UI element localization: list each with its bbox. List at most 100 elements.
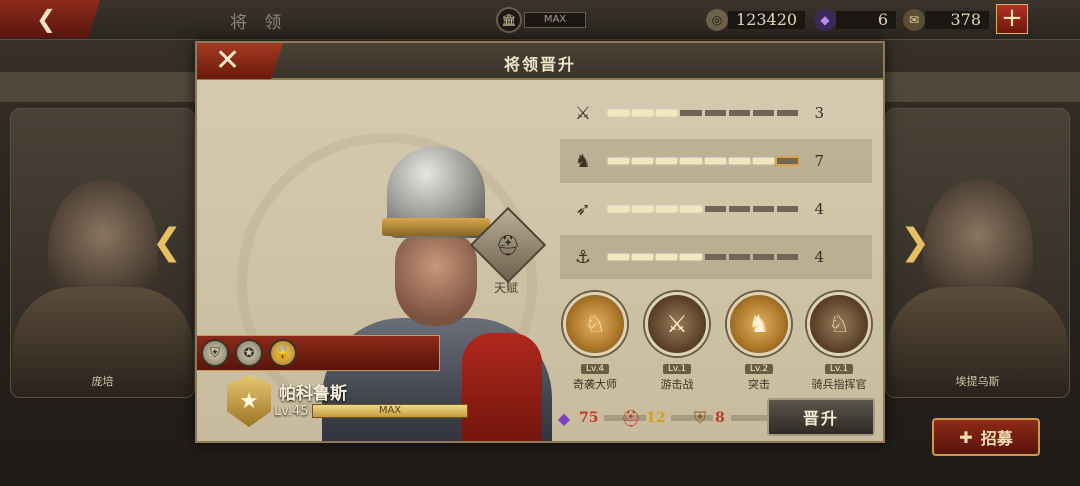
- skill-level: Lv.1: [824, 364, 854, 374]
- promotion-dialog: ✕ 将领晋升 ⛨ ✪ 🔒 ★ 帕科鲁斯 Lv.45 MAX ⛑ 天赋 ⚔ 3 ♞…: [195, 41, 885, 443]
- stat-segment: [680, 254, 702, 260]
- stat-segment: [680, 206, 702, 212]
- stat-bar: [608, 110, 798, 116]
- stat-segment: [704, 110, 726, 116]
- skill-guerrilla[interactable]: ⚔ Lv.1 游击战: [641, 292, 713, 392]
- skill-name: 游击战: [660, 378, 694, 391]
- lock-icon[interactable]: 🔒: [269, 339, 297, 367]
- stat-segment: [752, 254, 774, 260]
- stat-segment: [656, 254, 678, 260]
- stat-segment: [728, 206, 750, 212]
- prev-arrow-icon[interactable]: ❮: [152, 222, 182, 263]
- skill-name: 奇袭大师: [573, 378, 617, 391]
- skill-level: Lv.1: [662, 364, 692, 374]
- stat-segment: [632, 206, 654, 212]
- commander-level: Lv.45: [274, 404, 309, 419]
- stat-segment: [656, 110, 678, 116]
- skill-medal-icon: ⚔: [645, 292, 709, 356]
- coin-count: 123420: [728, 11, 806, 29]
- stat-row-archery: ➶ 4: [560, 187, 872, 231]
- stat-segment: [704, 206, 726, 212]
- stat-value: 3: [814, 104, 824, 122]
- talent-label: 天赋: [494, 281, 519, 295]
- stat-segment: [608, 158, 630, 164]
- skill-medal-icon: ♞: [727, 292, 791, 356]
- gem-resource: ◆ 6: [814, 9, 896, 31]
- crystal-icon: ◆: [557, 408, 571, 428]
- commander-card-name: 庞培: [91, 375, 114, 388]
- scroll-count: 378: [925, 11, 989, 29]
- stat-value: 7: [814, 152, 824, 170]
- stat-segment: [752, 110, 774, 116]
- coin-icon: ◎: [706, 9, 728, 31]
- stat-value: 4: [814, 248, 824, 266]
- stat-segment: [752, 206, 774, 212]
- stat-segment: [632, 110, 654, 116]
- stat-bar: [608, 206, 798, 212]
- stat-segment: [680, 158, 702, 164]
- stat-segment: [656, 158, 678, 164]
- stat-segment: [680, 110, 702, 116]
- stat-segment: [632, 254, 654, 260]
- cost-value: 75: [579, 410, 599, 426]
- stat-segment: [728, 110, 750, 116]
- stat-bar: [608, 254, 798, 260]
- shield-slot-icon[interactable]: ⛨: [201, 339, 229, 367]
- gem-icon: ◆: [814, 9, 836, 31]
- building-level-bar: MAX: [524, 12, 586, 28]
- stat-row-infantry: ⚔ 3: [560, 91, 872, 135]
- horse-icon: ♞: [574, 150, 592, 172]
- cost-value: 12: [646, 410, 666, 426]
- page-title: 将 领: [230, 13, 288, 33]
- dialog-title: 将领晋升: [503, 55, 576, 74]
- scroll-icon: ✉: [903, 9, 925, 31]
- skill-name: 突击: [748, 378, 770, 391]
- stat-bar: [608, 156, 801, 166]
- top-bar: ❮ 将 领 🏛 MAX ◎ 123420 ◆ 6 ✉ 378 +: [0, 0, 1080, 40]
- recruit-button[interactable]: ✚ 招募: [932, 418, 1040, 456]
- stat-row-cavalry: ♞ 7: [560, 139, 872, 183]
- stat-segment: [608, 206, 630, 212]
- red-armor: [462, 333, 542, 441]
- skill-assault[interactable]: ♞ Lv.2 突击: [723, 292, 795, 392]
- stat-row-naval: ⚓ 4: [560, 235, 872, 279]
- promote-label: 晋升: [802, 409, 839, 428]
- level-progress-bar: MAX: [312, 404, 468, 418]
- stat-segment: [728, 158, 750, 164]
- next-arrow-icon[interactable]: ❯: [900, 222, 930, 263]
- cost-shield: ⛨ 8: [691, 407, 773, 429]
- stat-segment: [704, 254, 726, 260]
- stat-segment: [774, 156, 801, 166]
- stat-value: 4: [814, 200, 824, 218]
- recruit-label: 招募: [980, 429, 1013, 448]
- equipment-strip: ⛨ ✪ 🔒: [197, 335, 440, 371]
- gem-count: 6: [836, 11, 896, 29]
- back-arrow-icon: ❮: [36, 5, 57, 33]
- stat-segment: [632, 158, 654, 164]
- skill-level: Lv.4: [580, 364, 610, 374]
- commander-card-name: 埃提乌斯: [955, 375, 1000, 388]
- stat-segment: [608, 110, 630, 116]
- stat-segment: [656, 206, 678, 212]
- skill-cavalry-commander[interactable]: ♘ Lv.1 骑兵指挥官: [803, 292, 875, 392]
- stat-segment: [776, 110, 798, 116]
- helmet-talent-icon: ⛑: [495, 232, 521, 257]
- commander-face: [395, 234, 477, 326]
- bow-icon: ➶: [575, 198, 591, 220]
- emblem-slot-icon[interactable]: ✪: [235, 339, 263, 367]
- helmet-band: [382, 218, 490, 236]
- stat-segment: [728, 254, 750, 260]
- cost-value: 8: [715, 410, 725, 426]
- recruit-plus-icon: ✚: [959, 427, 973, 447]
- skill-ambush-master[interactable]: ♘ Lv.4 奇袭大师: [559, 292, 631, 392]
- building-icon[interactable]: 🏛: [496, 7, 522, 33]
- add-resource-button[interactable]: +: [996, 4, 1028, 34]
- sword-icon: ⚔: [574, 102, 592, 124]
- shield-icon: ⛨: [693, 408, 706, 427]
- back-button[interactable]: ❮: [0, 0, 100, 38]
- skill-medal-icon: ♘: [563, 292, 627, 356]
- promote-button[interactable]: 晋升: [767, 398, 875, 436]
- stat-segment: [776, 254, 798, 260]
- coin-resource: ◎ 123420: [706, 9, 806, 31]
- skill-name: 骑兵指挥官: [811, 378, 867, 391]
